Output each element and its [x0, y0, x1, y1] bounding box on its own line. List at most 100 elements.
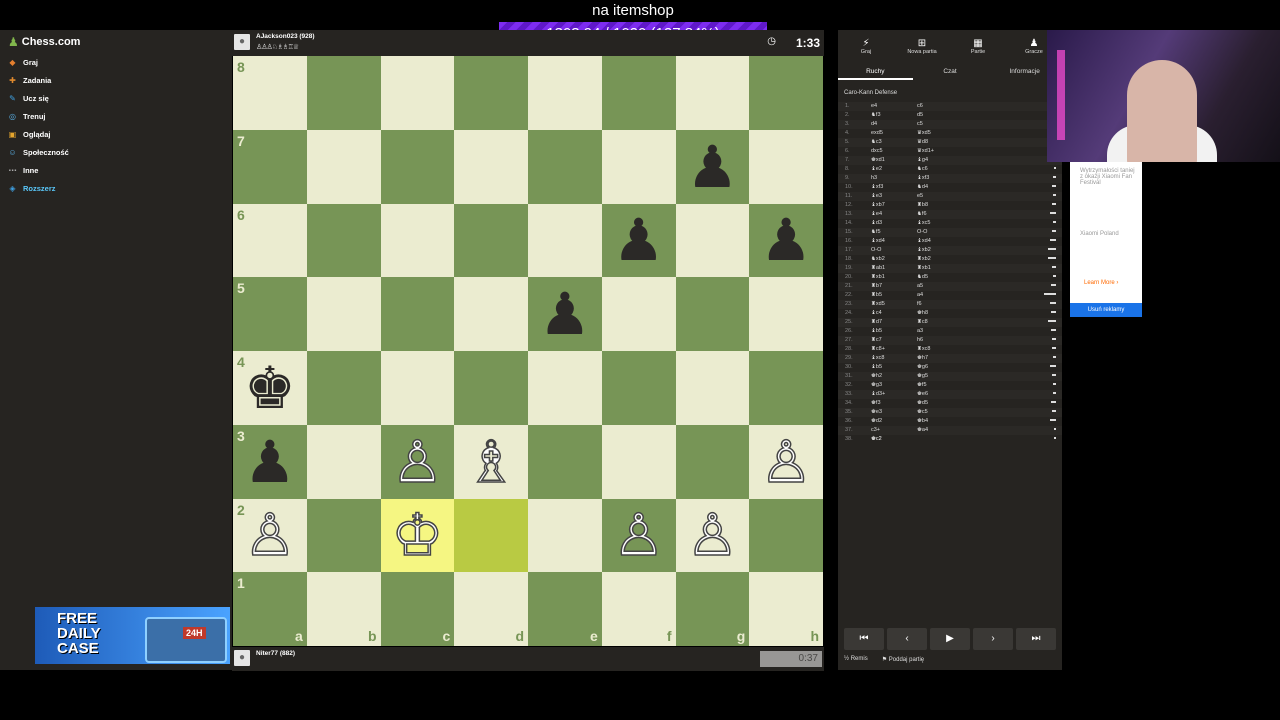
square-b2[interactable] [306, 498, 381, 573]
white-move[interactable]: e4 [871, 102, 917, 111]
sidebar-item-0[interactable]: ◆ Graj [8, 54, 38, 70]
white-move[interactable]: ♞f3 [871, 111, 917, 120]
square-c5[interactable] [380, 277, 455, 351]
avatar[interactable]: ● [234, 34, 250, 50]
square-f4[interactable] [601, 351, 676, 425]
white-pawn-icon[interactable]: ♙ [686, 506, 740, 566]
white-move[interactable]: ♜b5 [871, 291, 917, 300]
square-g2[interactable]: ♙ [675, 498, 750, 573]
square-g6[interactable] [675, 203, 750, 278]
play-button[interactable]: ⚡ Graj [846, 38, 886, 55]
square-e6[interactable] [528, 203, 602, 278]
black-move[interactable]: ♚h8 [917, 309, 963, 318]
white-move[interactable]: ♚xd1 [871, 156, 917, 165]
square-e3[interactable] [528, 424, 602, 499]
square-e8[interactable] [528, 56, 602, 130]
square-b8[interactable] [306, 56, 381, 130]
white-move[interactable]: ♜xd5 [871, 300, 917, 309]
square-a6[interactable]: 6 [233, 203, 307, 278]
square-a3[interactable]: 3 ♟ [233, 424, 307, 499]
white-move[interactable]: ♝b5 [871, 327, 917, 336]
square-g5[interactable] [675, 277, 750, 351]
square-h8[interactable] [749, 56, 823, 130]
square-h3[interactable]: ♙ [749, 424, 823, 499]
white-move[interactable]: ♚f3 [871, 399, 917, 408]
square-d1[interactable]: d [454, 572, 528, 646]
white-move[interactable]: ♝d3+ [871, 390, 917, 399]
square-b6[interactable] [306, 203, 381, 278]
white-move[interactable]: ♚d2 [871, 417, 917, 426]
black-move[interactable]: ♛xd1+ [917, 147, 963, 156]
black-move[interactable]: ♝xc5 [917, 219, 963, 228]
square-d8[interactable] [454, 56, 528, 130]
white-pawn-icon[interactable]: ♙ [391, 432, 445, 492]
black-move[interactable]: ♚h7 [917, 354, 963, 363]
sidebar-item-2[interactable]: ✎ Ucz się [8, 90, 49, 106]
square-d6[interactable] [454, 203, 528, 278]
black-move[interactable]: ♜c8 [917, 318, 963, 327]
last-move-button[interactable]: ⏭ [1016, 628, 1056, 650]
square-h7[interactable] [749, 129, 823, 204]
black-move[interactable]: ♜xb2 [917, 255, 963, 264]
white-move[interactable]: ♝e3 [871, 192, 917, 201]
black-move[interactable]: a5 [917, 282, 963, 291]
white-move[interactable]: ♝d3 [871, 219, 917, 228]
avatar[interactable]: ● [234, 650, 250, 666]
black-move[interactable]: d5 [917, 111, 963, 120]
black-move[interactable]: ♜xc8 [917, 345, 963, 354]
black-move[interactable]: O-O [917, 228, 963, 237]
white-move[interactable]: h3 [871, 174, 917, 183]
square-f6[interactable]: ♟ [601, 203, 676, 278]
white-move[interactable]: ♞xb2 [871, 255, 917, 264]
square-g1[interactable]: g [675, 572, 750, 646]
black-move[interactable]: ♝xb2 [917, 246, 963, 255]
square-a1[interactable]: 1a [233, 572, 307, 646]
black-move[interactable]: ♜b8 [917, 201, 963, 210]
square-c8[interactable] [380, 56, 455, 130]
white-move[interactable]: ♝xc8 [871, 354, 917, 363]
white-move[interactable]: d4 [871, 120, 917, 129]
square-d5[interactable] [454, 277, 528, 351]
resign-button[interactable]: ⚑ Poddaj partię [882, 656, 924, 663]
white-pawn-icon[interactable]: ♙ [612, 506, 666, 566]
square-c6[interactable] [380, 203, 455, 278]
white-move[interactable]: ♞c3 [871, 138, 917, 147]
black-move[interactable]: ♚b4 [917, 417, 963, 426]
white-move[interactable]: ♝e4 [871, 210, 917, 219]
square-e7[interactable] [528, 129, 602, 204]
square-f2[interactable]: ♙ [601, 498, 676, 573]
black-king-icon[interactable]: ♚ [244, 359, 296, 417]
square-e5[interactable]: ♟ [528, 277, 602, 351]
square-b1[interactable]: b [306, 572, 381, 646]
white-move[interactable]: ♚e3 [871, 408, 917, 417]
chess-board[interactable]: 8 7 ♟ 6 ♟ ♟ 5 ♟ 4 ♚ 3 ♟ ♙ ♗ ♙ 2 ♙ ♔ ♙ ♙ 1 a b c d e f g h [233, 56, 823, 646]
opening-name[interactable]: Caro-Kann Defense [844, 90, 897, 96]
white-move[interactable]: ♝c4 [871, 309, 917, 318]
white-move[interactable]: ♜xb1 [871, 273, 917, 282]
square-h2[interactable] [749, 498, 823, 573]
square-h1[interactable]: h [749, 572, 823, 646]
black-move[interactable]: ♛xd5 [917, 129, 963, 138]
square-h5[interactable] [749, 277, 823, 351]
black-move[interactable]: ♜xb1 [917, 264, 963, 273]
play-moves-button[interactable]: ▶ [930, 628, 970, 650]
draw-button[interactable]: ½ Remis [844, 656, 868, 663]
square-h6[interactable]: ♟ [749, 203, 823, 278]
square-g8[interactable] [675, 56, 750, 130]
square-b4[interactable] [306, 351, 381, 425]
white-bishop-icon[interactable]: ♗ [464, 432, 518, 492]
square-g4[interactable] [675, 351, 750, 425]
white-move[interactable]: ♝xd4 [871, 237, 917, 246]
white-move[interactable]: exd5 [871, 129, 917, 138]
white-king-icon[interactable]: ♔ [391, 506, 445, 566]
white-pawn-icon[interactable]: ♙ [759, 432, 813, 492]
ad-learn-more[interactable]: Learn More › [1084, 280, 1118, 286]
sidebar-item-4[interactable]: ▣ Oglądaj [8, 126, 51, 142]
new-game-button[interactable]: ⊞ Nowa partia [902, 38, 942, 55]
black-move[interactable]: e5 [917, 192, 963, 201]
white-move[interactable]: ♜d7 [871, 318, 917, 327]
black-move[interactable]: c5 [917, 120, 963, 129]
square-d2[interactable] [454, 498, 528, 573]
square-a8[interactable]: 8 [233, 56, 307, 130]
chess-logo[interactable]: ♟ Chess.com [8, 35, 80, 49]
